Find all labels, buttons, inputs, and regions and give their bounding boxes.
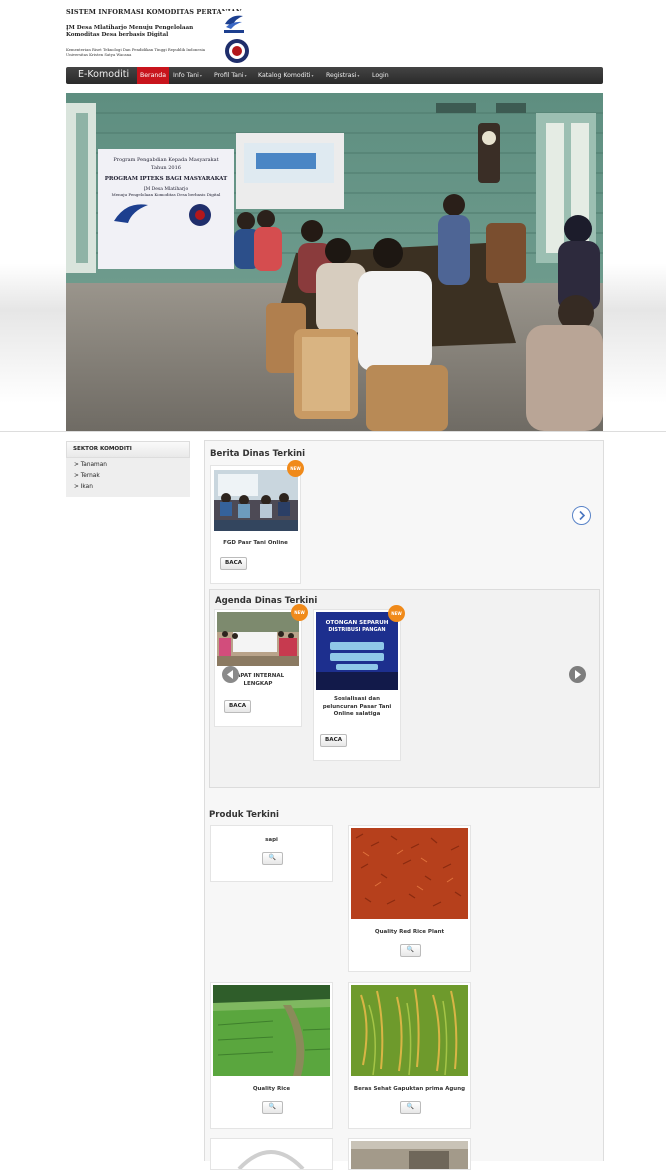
hero-divider <box>0 431 666 432</box>
site-subtitle-line-1: I̥M Desa Mlatiharjo Menuju Pengelolaan <box>66 25 194 31</box>
product-image[interactable] <box>349 1139 470 1169</box>
main-content: Berita Dinas Terkini NEW FGD Pasr Tani O… <box>204 440 604 1170</box>
product-name[interactable]: Beras Sehat Gapuktan prima Agung <box>349 1086 470 1094</box>
svg-text:Program Pengabdian Kepada Masy: Program Pengabdian Kepada Masyarakat <box>113 157 218 163</box>
berita-section-title: Berita Dinas Terkini <box>210 449 306 459</box>
sidebar-item-tanaman[interactable]: > Tanaman <box>74 460 190 471</box>
agenda-card-2-image[interactable]: OTONGAN SEPARUH DISTRIBUSI PANGAN <box>316 612 398 690</box>
product-card-quality-rice: Quality Rice 🔍 <box>210 982 333 1129</box>
berita-card-image[interactable] <box>214 470 298 531</box>
agenda-card-2-baca-button[interactable]: BACA <box>320 734 348 747</box>
product-name[interactable]: sapi <box>211 837 332 845</box>
agenda-card-2: OTONGAN SEPARUH DISTRIBUSI PANGAN NEW So… <box>313 605 405 761</box>
agenda-section: Agenda Dinas Terkini NEW RAPAT INTERNAL … <box>209 589 600 788</box>
svg-text:PROGRAM IPTEKS BAGI MASYARAKAT: PROGRAM IPTEKS BAGI MASYARAKAT <box>105 176 228 182</box>
svg-text:DISTRIBUSI PANGAN: DISTRIBUSI PANGAN <box>328 627 385 633</box>
site-header: SISTEM INFORMASI KOMODITAS PERTANIAN I̥M… <box>66 8 366 66</box>
svg-text:OTONGAN SEPARUH: OTONGAN SEPARUH <box>326 620 389 626</box>
ristekdikti-logo <box>222 11 246 35</box>
sidebar-item-ikan[interactable]: > Ikan <box>74 482 190 493</box>
agenda-card-1-baca-button[interactable]: BACA <box>224 700 252 713</box>
nav-login[interactable]: Login <box>369 67 392 84</box>
berita-card-title[interactable]: FGD Pasr Tani Online <box>211 540 300 548</box>
produk-section-title: Produk Terkini <box>209 810 279 820</box>
product-image[interactable] <box>213 985 330 1076</box>
product-card-red-rice: Quality Red Rice Plant 🔍 <box>348 825 471 972</box>
magnifier-icon[interactable]: 🔍 <box>400 944 421 957</box>
agenda-card-1-image[interactable] <box>217 612 299 666</box>
caret-down-icon: ▾ <box>357 73 360 78</box>
product-card-sapi: sapi 🔍 <box>210 825 333 882</box>
nav-profil-tani[interactable]: Profil Tani▾ <box>211 67 250 84</box>
caret-down-icon: ▾ <box>199 73 202 78</box>
magnifier-icon[interactable]: 🔍 <box>400 1101 421 1114</box>
main-navbar: E-Komoditi Beranda Info Tani▾ Profil Tan… <box>66 67 603 84</box>
agenda-next-arrow-icon[interactable] <box>569 666 586 683</box>
placeholder-image-icon <box>237 1150 305 1169</box>
new-badge: NEW <box>388 605 405 622</box>
product-card-partial <box>348 1138 471 1170</box>
berita-baca-button[interactable]: BACA <box>220 557 248 570</box>
product-name[interactable]: Quality Rice <box>211 1086 332 1094</box>
product-card-beras-sehat: Beras Sehat Gapuktan prima Agung 🔍 <box>348 982 471 1129</box>
magnifier-icon[interactable]: 🔍 <box>262 852 283 865</box>
new-badge: NEW <box>287 460 304 477</box>
nav-registrasi[interactable]: Registrasi▾ <box>323 67 362 84</box>
sidebar-item-ternak[interactable]: > Ternak <box>74 471 190 482</box>
navbar-brand[interactable]: E-Komoditi <box>78 69 129 80</box>
sidebar-heading: SEKTOR KOMODITI <box>66 441 190 458</box>
site-subtitle-line-2: Komoditas Desa berbasis Digital <box>66 31 169 38</box>
institution-text: Kementerian Riset Teknologi Dan Pendidik… <box>66 47 205 57</box>
sidebar: SEKTOR KOMODITI > Tanaman > Ternak > Ika… <box>66 441 190 497</box>
hero-slide-image[interactable]: Program Pengabdian Kepada Masyarakat Tah… <box>66 93 603 431</box>
site-subtitle: I̥M Desa Mlatiharjo Menuju Pengelolaan K… <box>66 25 193 38</box>
magnifier-icon[interactable]: 🔍 <box>262 1101 283 1114</box>
product-image[interactable] <box>351 985 468 1076</box>
new-badge: NEW <box>291 604 308 621</box>
sidebar-list: > Tanaman > Ternak > Ikan <box>66 458 190 497</box>
agenda-prev-arrow-icon[interactable] <box>222 666 239 683</box>
berita-next-arrow-icon[interactable] <box>572 506 591 525</box>
nav-katalog-komoditi[interactable]: Katalog Komoditi▾ <box>255 67 317 84</box>
caret-down-icon: ▾ <box>311 73 314 78</box>
site-title: SISTEM INFORMASI KOMODITAS PERTANIAN <box>66 8 242 16</box>
agenda-card-2-title[interactable]: Sosialisasi dan peluncuran Pasar Tani On… <box>314 696 400 719</box>
nav-info-tani[interactable]: Info Tani▾ <box>170 67 205 84</box>
nav-beranda[interactable]: Beranda <box>137 67 170 84</box>
svg-text:Tahun 2016: Tahun 2016 <box>151 165 181 171</box>
institution-line-2: Universitas Kristen Satya Wacana <box>66 51 132 57</box>
caret-down-icon: ▾ <box>244 73 247 78</box>
svg-text:Menuju Pengelolaan Komoditas D: Menuju Pengelolaan Komoditas Desa berbas… <box>112 192 221 197</box>
product-name[interactable]: Quality Red Rice Plant <box>349 929 470 937</box>
product-image[interactable] <box>351 828 468 919</box>
product-card-partial <box>210 1138 333 1170</box>
berita-card: NEW FGD Pasr Tani Online BACA <box>210 460 304 584</box>
uksw-logo <box>225 39 249 63</box>
